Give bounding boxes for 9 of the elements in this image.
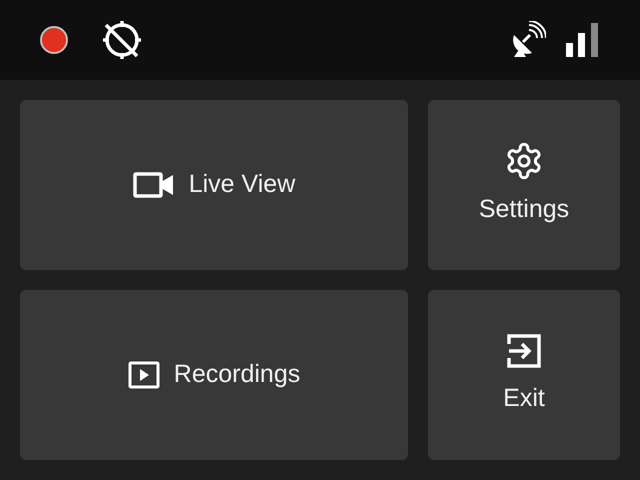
- menu-tile[interactable]: Live View: [20, 100, 408, 270]
- exit-icon: [505, 332, 543, 370]
- signal-strength-icon: [566, 23, 600, 57]
- menu-tile[interactable]: Recordings: [20, 290, 408, 460]
- menu-tile[interactable]: Exit: [428, 290, 620, 460]
- satellite-dish-icon: [510, 21, 546, 59]
- play-icon: [128, 361, 160, 389]
- menu-tile[interactable]: Settings: [428, 100, 620, 270]
- video-camera-icon: [132, 171, 175, 199]
